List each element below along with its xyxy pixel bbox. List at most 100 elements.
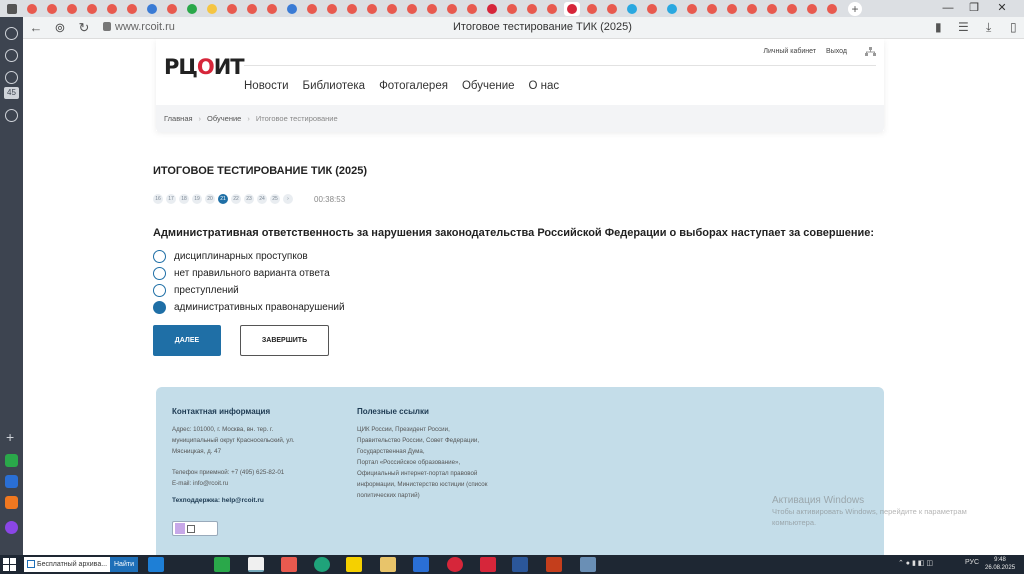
browser-tab[interactable] bbox=[24, 2, 40, 16]
browser-tab[interactable] bbox=[404, 2, 420, 16]
browser-tab[interactable] bbox=[164, 2, 180, 16]
browser-tab[interactable] bbox=[544, 2, 560, 16]
browser-menu-icon[interactable] bbox=[4, 2, 20, 16]
app-icon[interactable] bbox=[580, 557, 596, 572]
question-number[interactable]: › bbox=[283, 194, 293, 204]
sitemap-icon[interactable] bbox=[865, 47, 876, 56]
footer-link-line[interactable]: ЦИК России, Президент России, bbox=[357, 424, 517, 435]
browser-tab[interactable] bbox=[124, 2, 140, 16]
browser-tab[interactable] bbox=[524, 2, 540, 16]
windows-start-icon[interactable] bbox=[3, 558, 16, 571]
radio-button[interactable] bbox=[153, 250, 166, 263]
question-number[interactable]: 22 bbox=[231, 194, 241, 204]
footer-link-line[interactable]: Государственная Дума, bbox=[357, 446, 517, 457]
vk-icon[interactable] bbox=[5, 475, 18, 488]
language-indicator[interactable]: РУС bbox=[965, 559, 979, 566]
browser-tab[interactable] bbox=[64, 2, 80, 16]
browser-tab[interactable] bbox=[204, 2, 220, 16]
radio-button[interactable] bbox=[153, 284, 166, 297]
answer-option[interactable]: преступлений bbox=[153, 282, 345, 299]
bookmark-icon[interactable]: ▮ bbox=[935, 20, 942, 34]
screenshot-icon[interactable] bbox=[5, 109, 18, 122]
email[interactable]: E-mail: info@rcoit.ru bbox=[172, 478, 322, 489]
browser-tab[interactable] bbox=[424, 2, 440, 16]
protect-icon[interactable]: ⊚ bbox=[51, 19, 69, 37]
browser-tab[interactable] bbox=[664, 2, 680, 16]
edge-icon[interactable] bbox=[314, 557, 330, 572]
reload-icon[interactable]: ↻ bbox=[75, 19, 93, 37]
extensions-icon[interactable]: ▯ bbox=[1010, 20, 1017, 34]
app-icon[interactable] bbox=[5, 454, 18, 467]
browser-tab[interactable] bbox=[104, 2, 120, 16]
nav-news[interactable]: Новости bbox=[244, 80, 289, 92]
browser-tab[interactable] bbox=[484, 2, 500, 16]
answer-option[interactable]: нет правильного варианта ответа bbox=[153, 265, 345, 282]
browser-tab[interactable] bbox=[744, 2, 760, 16]
footer-link-line[interactable]: Официальный интернет-портал правовой bbox=[357, 468, 517, 479]
app-icon[interactable] bbox=[5, 496, 18, 509]
add-panel-icon[interactable]: + bbox=[6, 429, 14, 445]
browser-tab[interactable] bbox=[684, 2, 700, 16]
app-icon[interactable] bbox=[413, 557, 429, 572]
opera-icon[interactable] bbox=[447, 557, 463, 572]
url-field[interactable]: www.rcoit.ru bbox=[115, 21, 175, 33]
answer-option[interactable]: дисциплинарных проступков bbox=[153, 248, 345, 265]
tray-icons[interactable]: ⌃ ● ▮ ◧ ◫ bbox=[898, 559, 933, 567]
browser-tab[interactable] bbox=[384, 2, 400, 16]
browser-tab[interactable] bbox=[184, 2, 200, 16]
maximize-icon[interactable]: ❐ bbox=[962, 0, 986, 17]
browser-tab[interactable] bbox=[364, 2, 380, 16]
browser-tab[interactable] bbox=[304, 2, 320, 16]
browser-tab[interactable] bbox=[504, 2, 520, 16]
account-link[interactable]: Личный кабинет bbox=[763, 48, 816, 55]
visit-counter[interactable] bbox=[172, 521, 218, 536]
wps-icon[interactable] bbox=[480, 557, 496, 572]
taskbar-search-button[interactable]: Найти bbox=[110, 557, 138, 572]
site-logo[interactable]: РЦОИТ bbox=[164, 55, 245, 79]
question-number[interactable]: 24 bbox=[257, 194, 267, 204]
minimize-icon[interactable]: — bbox=[936, 0, 960, 17]
back-icon[interactable]: ← bbox=[27, 19, 45, 37]
browser-tab[interactable] bbox=[244, 2, 260, 16]
question-number[interactable]: 20 bbox=[205, 194, 215, 204]
browser-tab[interactable] bbox=[264, 2, 280, 16]
store-icon[interactable] bbox=[214, 557, 230, 572]
support[interactable]: Техподдержка: help@rcoit.ru bbox=[172, 497, 322, 504]
nav-gallery[interactable]: Фотогалерея bbox=[379, 80, 448, 92]
question-number[interactable]: 21 bbox=[218, 194, 228, 204]
play-icon[interactable] bbox=[5, 71, 18, 84]
question-number[interactable]: 17 bbox=[166, 194, 176, 204]
browser-tab[interactable] bbox=[584, 2, 600, 16]
browser-tab[interactable] bbox=[224, 2, 240, 16]
footer-link-line[interactable]: Портал «Российское образование», bbox=[357, 457, 517, 468]
bookmarks-icon[interactable] bbox=[5, 27, 18, 40]
browser-tab[interactable] bbox=[84, 2, 100, 16]
app-icon[interactable] bbox=[346, 557, 362, 572]
browser-tab[interactable] bbox=[644, 2, 660, 16]
yandex-browser-icon[interactable] bbox=[248, 557, 264, 572]
browser-tab[interactable] bbox=[324, 2, 340, 16]
question-number[interactable]: 25 bbox=[270, 194, 280, 204]
footer-link-line[interactable]: Правительство России, Совет Федерации, bbox=[357, 435, 517, 446]
nav-education[interactable]: Обучение bbox=[462, 80, 515, 92]
browser-tab[interactable] bbox=[564, 1, 580, 16]
question-number[interactable]: 16 bbox=[153, 194, 163, 204]
browser-tab[interactable] bbox=[784, 2, 800, 16]
browser-tab[interactable] bbox=[624, 2, 640, 16]
finish-button[interactable]: ЗАВЕРШИТЬ bbox=[240, 325, 329, 356]
explorer-icon[interactable] bbox=[380, 557, 396, 572]
browser-tab[interactable] bbox=[604, 2, 620, 16]
breadcrumb-home[interactable]: Главная bbox=[164, 114, 193, 123]
powerpoint-icon[interactable] bbox=[546, 557, 562, 572]
browser-tab[interactable] bbox=[704, 2, 720, 16]
word-icon[interactable] bbox=[512, 557, 528, 572]
counter-badge[interactable]: 45 bbox=[4, 87, 19, 99]
alice-icon[interactable] bbox=[5, 521, 18, 534]
footer-link-line[interactable]: информации, Министерство юстиции (список bbox=[357, 479, 517, 490]
question-number[interactable]: 23 bbox=[244, 194, 254, 204]
browser-tab[interactable] bbox=[804, 2, 820, 16]
question-number[interactable]: 19 bbox=[192, 194, 202, 204]
browser-tab[interactable] bbox=[284, 2, 300, 16]
history-icon[interactable] bbox=[5, 49, 18, 62]
logout-link[interactable]: Выход bbox=[826, 48, 847, 55]
